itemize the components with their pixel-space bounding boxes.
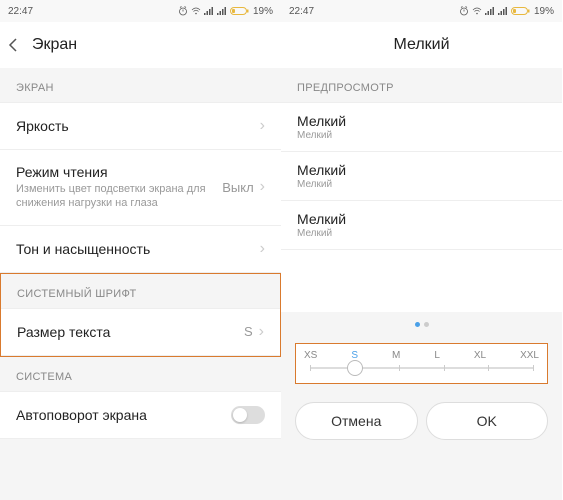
chevron-right-icon: › <box>260 178 265 196</box>
section-screen: ЭКРАН <box>0 68 281 102</box>
status-icons: 19% <box>459 6 554 17</box>
page-title: Экран <box>32 36 77 54</box>
back-button[interactable] <box>8 37 32 53</box>
signal-icon-2 <box>217 6 227 16</box>
slider-labels: XS S M L XL XXL <box>304 350 539 361</box>
status-time: 22:47 <box>8 6 33 17</box>
reading-value: Выкл <box>222 180 253 195</box>
preview-item: Мелкий Мелкий <box>281 102 562 151</box>
text-size-label: Размер текста <box>17 324 244 340</box>
signal-icon-2 <box>498 6 508 16</box>
tone-label: Тон и насыщенность <box>16 241 260 257</box>
battery-pct: 19% <box>534 6 554 17</box>
wifi-icon <box>191 6 201 16</box>
preview-title: Мелкий <box>297 162 546 178</box>
reading-label: Режим чтения <box>16 164 222 180</box>
preview-title: Мелкий <box>297 113 546 129</box>
dot <box>424 322 429 327</box>
dot-active <box>415 322 420 327</box>
slider-track[interactable] <box>310 367 533 369</box>
chevron-left-icon <box>8 37 18 53</box>
preview-sub: Мелкий <box>297 130 546 141</box>
preview-item: Мелкий Мелкий <box>281 200 562 249</box>
preview-list: Мелкий Мелкий Мелкий Мелкий Мелкий Мелки… <box>281 102 562 250</box>
size-xl: XL <box>474 350 486 361</box>
empty-space <box>281 250 562 312</box>
size-xs: XS <box>304 350 317 361</box>
brightness-label: Яркость <box>16 118 260 134</box>
size-l: L <box>434 350 440 361</box>
header: Мелкий <box>281 22 562 68</box>
cancel-button[interactable]: Отмена <box>295 402 418 440</box>
battery-pct: 19% <box>253 6 273 17</box>
section-system: СИСТЕМА <box>0 357 281 391</box>
preview-title: Мелкий <box>297 211 546 227</box>
chevron-right-icon: › <box>260 240 265 258</box>
size-m: M <box>392 350 400 361</box>
button-row: Отмена OK <box>281 390 562 452</box>
preview-sub: Мелкий <box>297 228 546 239</box>
chevron-right-icon: › <box>259 323 264 341</box>
size-xxl: XXL <box>520 350 539 361</box>
statusbar: 22:47 19% <box>0 0 281 22</box>
reading-sub: Изменить цвет подсветки экрана для сниже… <box>16 182 216 211</box>
status-icons: 19% <box>178 6 273 17</box>
item-autorotate[interactable]: Автоповорот экрана <box>0 391 281 438</box>
preview-item: Мелкий Мелкий <box>281 151 562 200</box>
section-font: СИСТЕМНЫЙ ШРИФТ <box>1 274 280 308</box>
autorotate-label: Автоповорот экрана <box>16 407 231 423</box>
header: Экран <box>0 22 281 68</box>
signal-icon <box>204 6 214 16</box>
statusbar: 22:47 19% <box>281 0 562 22</box>
item-tone[interactable]: Тон и насыщенность › <box>0 225 281 272</box>
alarm-icon <box>178 6 188 16</box>
preview-sub: Мелкий <box>297 179 546 190</box>
page-title: Мелкий <box>393 36 449 54</box>
status-time: 22:47 <box>289 6 314 17</box>
text-size-value: S <box>244 324 253 339</box>
signal-icon <box>485 6 495 16</box>
slider-thumb[interactable] <box>347 360 363 376</box>
wifi-icon <box>472 6 482 16</box>
chevron-right-icon: › <box>260 117 265 135</box>
alarm-icon <box>459 6 469 16</box>
battery-icon <box>230 6 250 16</box>
ok-button[interactable]: OK <box>426 402 549 440</box>
highlighted-section: СИСТЕМНЫЙ ШРИФТ Размер текста S › <box>0 273 281 357</box>
item-reading-mode[interactable]: Режим чтения Изменить цвет подсветки экр… <box>0 149 281 225</box>
section-preview: ПРЕДПРОСМОТР <box>281 68 562 102</box>
autorotate-toggle[interactable] <box>231 406 265 424</box>
page-indicator <box>281 312 562 337</box>
size-slider[interactable]: XS S M L XL XXL <box>295 343 548 384</box>
item-text-size[interactable]: Размер текста S › <box>1 308 280 355</box>
fontsize-screen: 22:47 19% Мелкий ПРЕДПРОСМОТР Мелкий Мел… <box>281 0 562 500</box>
settings-screen: 22:47 19% Экран ЭКРАН Яркость › Режим чт… <box>0 0 281 500</box>
item-brightness[interactable]: Яркость › <box>0 102 281 149</box>
battery-icon <box>511 6 531 16</box>
